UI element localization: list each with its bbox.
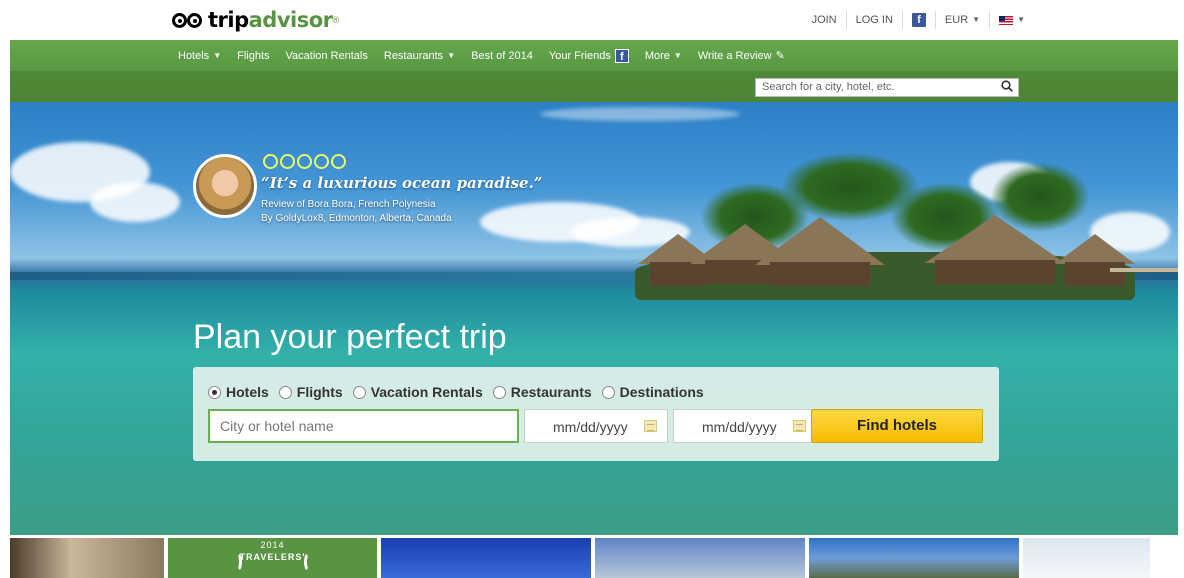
nav-vacation-rentals[interactable]: Vacation Rentals	[278, 50, 376, 62]
facebook-icon: f	[911, 13, 926, 27]
travelers-choice-tile[interactable]: 2014 TRAVELERS'	[168, 538, 377, 578]
destination-tile[interactable]	[1023, 538, 1150, 578]
checkout-date-input[interactable]: mm/dd/yyyy	[673, 409, 817, 443]
radio-button	[352, 385, 366, 399]
destination-tile[interactable]	[809, 538, 1019, 578]
city-input[interactable]: City or hotel name	[208, 409, 519, 443]
currency-selector[interactable]: EUR ▼	[936, 11, 991, 29]
chevron-down-icon: ▼	[1017, 15, 1025, 24]
nav-label: Your Friends	[548, 49, 611, 62]
review-author: By GoldyLox8, Edmonton, Alberta, Canada	[261, 213, 452, 224]
site-search-placeholder: Search for a city, hotel, etc.	[762, 81, 895, 93]
checkout-placeholder: mm/dd/yyyy	[702, 419, 777, 435]
laurel-icon	[304, 552, 314, 572]
calendar-icon[interactable]	[644, 420, 657, 432]
facebook-link[interactable]: f	[903, 11, 936, 29]
radio-restaurants[interactable]: Restaurants	[492, 384, 592, 400]
nav-flights[interactable]: Flights	[229, 50, 277, 62]
nav-hotels[interactable]: Hotels ▼	[170, 50, 229, 62]
nav-label: Write a Review	[697, 49, 772, 62]
cloud-decoration	[540, 107, 740, 121]
review-quote[interactable]: “It’s a luxurious ocean paradise.”	[261, 174, 561, 192]
hero-banner: “It’s a luxurious ocean paradise.” Revie…	[10, 102, 1178, 535]
bungalow	[770, 262, 870, 286]
nav-label: Restaurants	[383, 49, 444, 62]
promo-year: 2014	[260, 540, 285, 550]
reviewer-avatar[interactable]	[193, 154, 257, 218]
radio-vacation-rentals[interactable]: Vacation Rentals	[352, 384, 483, 400]
join-link[interactable]: JOIN	[803, 11, 847, 29]
logo-wordmark: tripadvisor	[208, 8, 333, 32]
bungalow	[1065, 262, 1125, 286]
login-link[interactable]: LOG IN	[847, 11, 903, 29]
rating-bubble-icon	[280, 154, 295, 169]
nav-more[interactable]: More ▼	[637, 50, 690, 62]
chevron-down-icon: ▼	[673, 51, 682, 60]
nav-label: Best of 2014	[471, 49, 533, 62]
destination-tile[interactable]	[595, 538, 805, 578]
rating-bubble-icon	[263, 154, 278, 169]
search-icon[interactable]	[1001, 80, 1013, 92]
bungalow-roof	[755, 217, 885, 265]
language-selector[interactable]: ▼	[990, 11, 1034, 29]
owl-eyes-icon	[172, 10, 206, 30]
pier	[1110, 268, 1178, 272]
bungalow-roof	[925, 215, 1065, 263]
nav-best-of-2014[interactable]: Best of 2014	[463, 50, 541, 62]
radio-label: Restaurants	[510, 384, 592, 400]
page-title: Plan your perfect trip	[193, 318, 507, 356]
facebook-icon: f	[614, 48, 629, 63]
logo-trademark: ®	[332, 15, 340, 25]
rating-bubbles	[263, 154, 346, 169]
review-location: Review of Bora Bora, French Polynesia	[261, 199, 436, 210]
radio-button	[492, 385, 506, 399]
review-meta: Review of Bora Bora, French Polynesia By…	[261, 198, 452, 226]
main-nav: Hotels ▼ Flights Vacation Rentals Restaur…	[10, 40, 1178, 71]
radio-destinations[interactable]: Destinations	[601, 384, 704, 400]
radio-hotels[interactable]: Hotels	[208, 384, 269, 400]
search-type-radios: Hotels Flights Vacation Rentals Restaura…	[208, 384, 704, 400]
account-links: JOIN LOG IN f EUR ▼ ▼	[803, 11, 1034, 29]
trip-search-box: Hotels Flights Vacation Rentals Restaura…	[193, 367, 999, 461]
nav-label: Hotels	[178, 49, 210, 62]
radio-button	[278, 385, 292, 399]
site-search-input[interactable]: Search for a city, hotel, etc.	[755, 78, 1019, 97]
tripadvisor-logo[interactable]: tripadvisor ®	[172, 8, 339, 32]
bungalow-roof	[1055, 234, 1135, 264]
radio-flights[interactable]: Flights	[278, 384, 343, 400]
bungalow	[935, 260, 1055, 284]
checkin-date-input[interactable]: mm/dd/yyyy	[524, 409, 668, 443]
nav-your-friends[interactable]: Your Friends f	[541, 48, 637, 63]
destination-tile[interactable]	[381, 538, 591, 578]
chevron-down-icon: ▼	[213, 51, 222, 60]
nav-write-review[interactable]: Write a Review ✎	[690, 49, 793, 63]
radio-label: Flights	[296, 384, 343, 400]
cloud-decoration	[90, 182, 180, 222]
radio-label: Hotels	[226, 384, 269, 400]
destination-tiles: 2014 TRAVELERS'	[10, 538, 1178, 578]
nav-label: Vacation Rentals	[285, 49, 368, 62]
promo-label: TRAVELERS'	[239, 552, 306, 562]
radio-label: Vacation Rentals	[370, 384, 483, 400]
rating-bubble-icon	[297, 154, 312, 169]
chevron-down-icon: ▼	[972, 15, 981, 24]
nav-restaurants[interactable]: Restaurants ▼	[376, 50, 463, 62]
chevron-down-icon: ▼	[447, 51, 456, 60]
us-flag-icon	[999, 15, 1014, 25]
calendar-icon[interactable]	[793, 420, 806, 432]
bungalow	[650, 262, 706, 286]
rating-bubble-icon	[331, 154, 346, 169]
currency-label: EUR	[944, 14, 969, 26]
radio-button	[208, 385, 221, 399]
nav-label: Flights	[237, 49, 270, 62]
top-header: tripadvisor ® JOIN LOG IN f EUR ▼ ▼	[0, 0, 1184, 40]
find-hotels-button[interactable]: Find hotels	[811, 409, 983, 443]
radio-label: Destinations	[619, 384, 704, 400]
radio-button	[601, 385, 615, 399]
nav-label: More	[644, 49, 670, 62]
pencil-icon: ✎	[775, 50, 785, 62]
checkin-placeholder: mm/dd/yyyy	[553, 419, 628, 435]
rating-bubble-icon	[314, 154, 329, 169]
destination-tile[interactable]	[10, 538, 164, 578]
